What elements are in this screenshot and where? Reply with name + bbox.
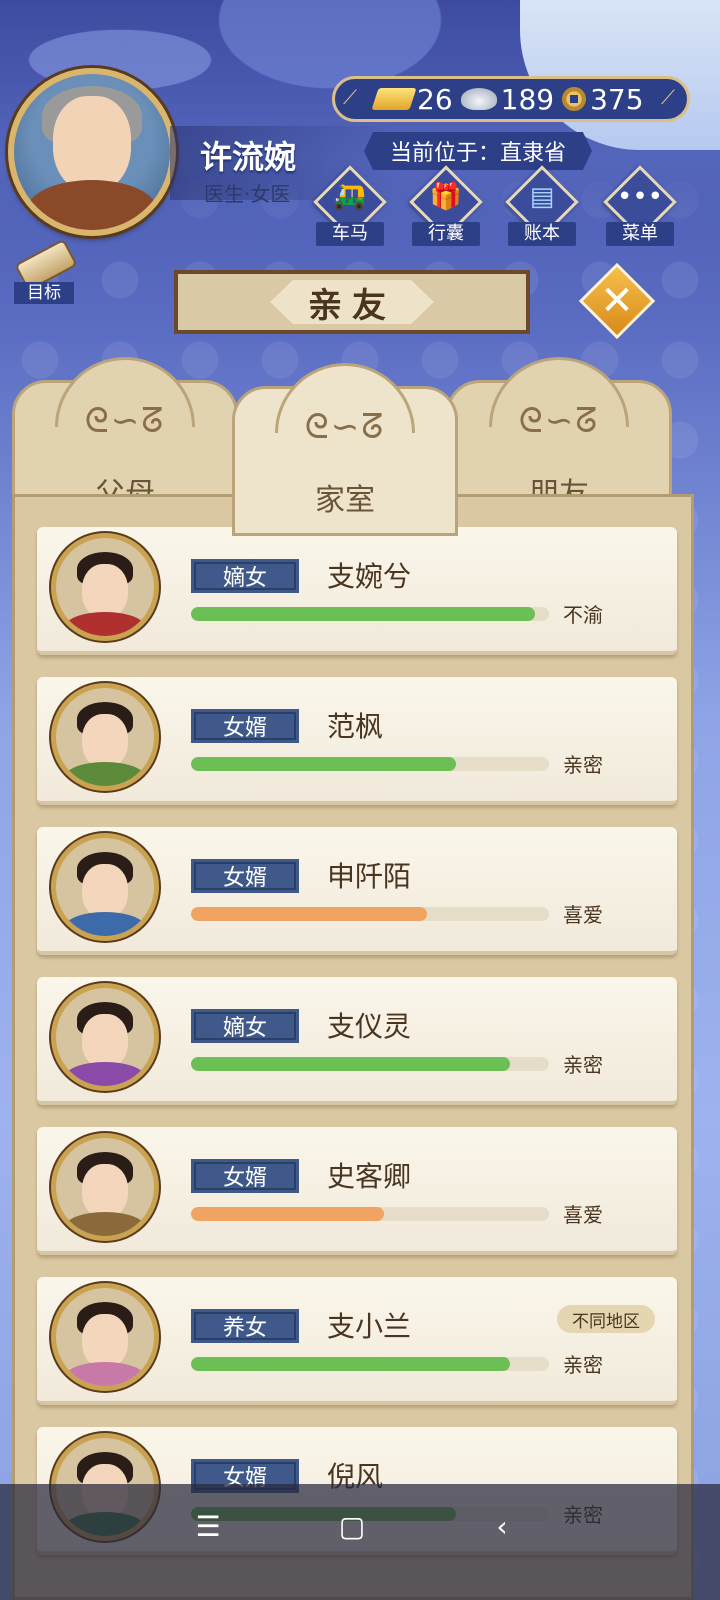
- page-title-frame: 亲友: [174, 270, 530, 334]
- affinity-fill: [191, 1207, 385, 1221]
- back-button[interactable]: ‹: [472, 1506, 532, 1546]
- affinity-bar: [191, 1207, 549, 1221]
- carriage-button[interactable]: 🛺 车马: [312, 165, 388, 248]
- relative-portrait[interactable]: [51, 1283, 159, 1391]
- cloud-ornament-icon: ᘓ∽ᘔ: [304, 407, 386, 447]
- player-name: 许流婉: [200, 138, 297, 176]
- affinity-status: 亲密: [563, 1053, 603, 1077]
- relation-badge: 女婿: [191, 709, 299, 743]
- silver-ingot-icon: [460, 88, 497, 110]
- menu-label: 菜单: [606, 222, 674, 246]
- affinity-bar: [191, 907, 549, 921]
- affinity-status: 亲密: [563, 753, 603, 777]
- relative-portrait[interactable]: [51, 683, 159, 791]
- affinity-fill: [191, 1057, 510, 1071]
- system-navbar: ☰ ▢ ‹: [0, 1484, 720, 1600]
- carriage-label: 车马: [316, 222, 384, 246]
- affinity-bar: [191, 1057, 549, 1071]
- relation-badge: 嫡女: [191, 1009, 299, 1043]
- coin-amount: 375: [590, 82, 644, 116]
- relative-name: 支婉兮: [327, 560, 412, 593]
- affinity-fill: [191, 607, 535, 621]
- relative-name: 支小兰: [327, 1310, 412, 1343]
- currency-bar: ⟋ 26 189 375 ⟋: [332, 76, 690, 122]
- home-button[interactable]: ▢: [322, 1506, 382, 1546]
- affinity-fill: [191, 907, 428, 921]
- bamboo-icon: ⟋: [343, 85, 357, 109]
- relative-portrait[interactable]: [51, 983, 159, 1091]
- affinity-status: 喜爱: [563, 903, 603, 927]
- relative-name: 支仪灵: [327, 1010, 412, 1043]
- relative-portrait[interactable]: [51, 833, 159, 941]
- carriage-icon: 🛺: [333, 182, 367, 212]
- bag-label: 行囊: [412, 222, 480, 246]
- bag-button[interactable]: 🎁 行囊: [408, 165, 484, 248]
- ledger-button[interactable]: ▤ 账本: [504, 165, 580, 248]
- cloud-ornament-icon: ᘓ∽ᘔ: [84, 401, 166, 441]
- gold-amount: 26: [417, 82, 453, 116]
- region-tag: 不同地区: [557, 1305, 655, 1333]
- gold-counter: 26: [371, 82, 453, 116]
- home-icon: ▢: [338, 1509, 366, 1543]
- affinity-fill: [191, 1357, 510, 1371]
- cloud-ornament-icon: ᘓ∽ᘔ: [518, 401, 600, 441]
- menu-icon: ☰: [195, 1509, 221, 1543]
- relative-name: 范枫: [327, 710, 384, 743]
- relation-row[interactable]: 女婿 史客卿 喜爱: [37, 1127, 677, 1255]
- bamboo-icon: ⟋: [661, 85, 675, 109]
- relative-portrait[interactable]: [51, 1133, 159, 1241]
- location-label: 当前位于：直隶省: [364, 132, 592, 170]
- relative-portrait[interactable]: [51, 533, 159, 641]
- affinity-fill: [191, 757, 456, 771]
- relation-row[interactable]: 嫡女 支婉兮 不渝: [37, 527, 677, 655]
- ledger-label: 账本: [508, 222, 576, 246]
- relation-row[interactable]: 女婿 范枫 亲密: [37, 677, 677, 805]
- player-avatar[interactable]: [8, 68, 176, 236]
- relative-name: 申阡陌: [327, 860, 412, 893]
- relation-badge: 嫡女: [191, 559, 299, 593]
- relation-row[interactable]: 女婿 申阡陌 喜爱: [37, 827, 677, 955]
- menu-buttons: 🛺 车马 🎁 行囊 ▤ 账本 ••• 菜单: [312, 165, 692, 250]
- coin-counter: 375: [562, 82, 644, 116]
- affinity-status: 喜爱: [563, 1203, 603, 1227]
- relative-name: 史客卿: [327, 1160, 412, 1193]
- relation-row[interactable]: 养女 支小兰 亲密 不同地区: [37, 1277, 677, 1405]
- copper-coin-icon: [562, 87, 587, 111]
- relation-badge: 女婿: [191, 1159, 299, 1193]
- page-title: 亲友: [270, 280, 434, 324]
- more-icon: •••: [616, 182, 663, 212]
- affinity-bar: [191, 607, 549, 621]
- tab-family[interactable]: ᘓ∽ᘔ 家室: [232, 363, 458, 536]
- goal-label: 目标: [14, 282, 74, 304]
- gold-ingot-icon: [371, 88, 417, 110]
- relation-row[interactable]: 嫡女 支仪灵 亲密: [37, 977, 677, 1105]
- bag-icon: 🎁: [429, 182, 463, 212]
- silver-amount: 189: [500, 82, 555, 116]
- recent-apps-button[interactable]: ☰: [178, 1506, 238, 1546]
- affinity-status: 不渝: [563, 603, 603, 627]
- menu-button[interactable]: ••• 菜单: [602, 165, 678, 248]
- ledger-icon: ▤: [529, 182, 555, 212]
- player-title: 医生·女医: [204, 182, 291, 206]
- affinity-bar: [191, 757, 549, 771]
- goal-button[interactable]: 目标: [10, 238, 80, 308]
- affinity-status: 亲密: [563, 1353, 603, 1377]
- affinity-bar: [191, 1357, 549, 1371]
- relation-badge: 养女: [191, 1309, 299, 1343]
- relation-badge: 女婿: [191, 859, 299, 893]
- back-icon: ‹: [496, 1509, 508, 1543]
- silver-counter: 189: [460, 82, 555, 116]
- close-icon: ✕: [600, 278, 634, 324]
- relations-panel: 嫡女 支婉兮 不渝 女婿 范枫 亲密 女婿 申阡陌 喜爱 嫡女 支仪灵 亲密 女…: [12, 494, 694, 1600]
